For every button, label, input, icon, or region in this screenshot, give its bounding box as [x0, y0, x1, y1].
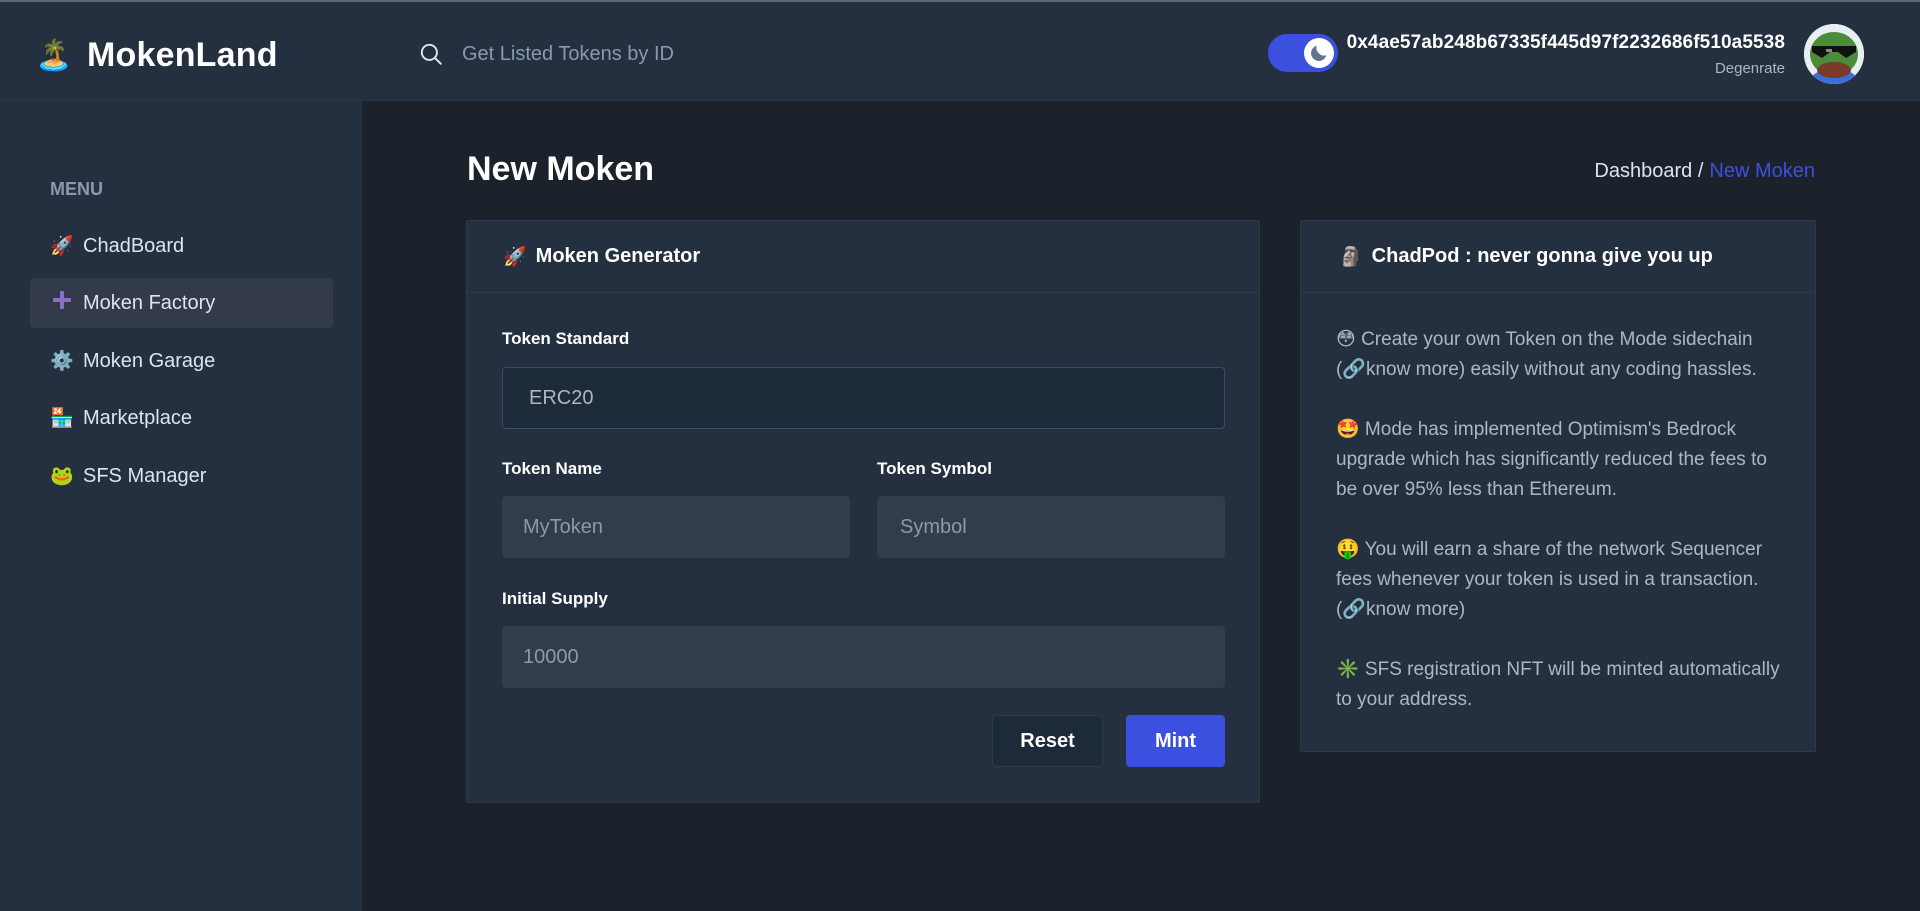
- moai-icon: 🗿: [1339, 246, 1363, 268]
- menu-title: MENU: [50, 179, 103, 199]
- rocket-icon: 🚀: [503, 246, 527, 268]
- chadpod-info-card: 🗿 ChadPod : never gonna give you up 😳 Cr…: [1300, 220, 1816, 752]
- breadcrumb-current: New Moken: [1709, 160, 1815, 182]
- info-paragraph: 🤩 Mode has implemented Optimism's Bedroc…: [1336, 419, 1767, 500]
- sidebar-item-chadboard[interactable]: 🚀 ChadBoard: [30, 221, 333, 271]
- gear-icon: ⚙️: [50, 351, 74, 372]
- info-body: 😳 Create your own Token on the Mode side…: [1336, 325, 1786, 715]
- search-icon[interactable]: [418, 41, 444, 67]
- token-standard-value: ERC20: [529, 386, 594, 409]
- search-input[interactable]: [462, 39, 982, 69]
- moken-generator-card: 🚀 Moken Generator Token Standard ERC20 T…: [466, 220, 1260, 803]
- info-paragraph: ✳️ SFS registration NFT will be minted a…: [1336, 659, 1780, 710]
- sidebar-item-sfs-manager[interactable]: 🐸 SFS Manager: [30, 451, 333, 501]
- sidebar-item-moken-factory[interactable]: Moken Factory: [30, 278, 333, 328]
- account-info[interactable]: 0x4ae57ab248b67335f445d97f2232686f510a55…: [1347, 32, 1785, 77]
- sidebar-item-marketplace[interactable]: 🏪 Marketplace: [30, 393, 333, 443]
- sidebar-item-moken-garage[interactable]: ⚙️ Moken Garage: [30, 336, 333, 386]
- app-name: MokenLand: [87, 36, 278, 74]
- top-header: 🏝️ MokenLand 0x4ae57ab248b67335f445d97f2…: [0, 2, 1920, 101]
- sidebar-item-label: Moken Factory: [83, 291, 216, 314]
- island-icon: 🏝️: [35, 38, 73, 72]
- generator-card-header: 🚀 Moken Generator: [467, 221, 1259, 293]
- sidebar-item-label: SFS Manager: [83, 464, 207, 487]
- generator-title: Moken Generator: [535, 245, 701, 267]
- pepe-avatar-icon: [1804, 24, 1864, 84]
- rocket-icon: 🚀: [50, 236, 74, 257]
- breadcrumb: Dashboard / New Moken: [1594, 160, 1815, 183]
- token-standard-select[interactable]: ERC20: [502, 367, 1225, 429]
- info-card-header: 🗿 ChadPod : never gonna give you up: [1301, 221, 1815, 293]
- page-title: New Moken: [467, 150, 655, 188]
- account-role: Degenrate: [1714, 60, 1785, 77]
- search-bar: [418, 39, 982, 69]
- sidebar-item-label: ChadBoard: [83, 234, 185, 257]
- moon-icon: [1311, 45, 1327, 61]
- store-icon: 🏪: [50, 408, 74, 429]
- frog-icon: 🐸: [50, 466, 74, 487]
- info-paragraph: 🤑 You will earn a share of the network S…: [1336, 539, 1763, 620]
- app-logo[interactable]: 🏝️ MokenLand: [35, 36, 278, 75]
- plus-icon: [50, 290, 74, 316]
- avatar[interactable]: [1804, 24, 1864, 84]
- info-paragraph: 😳 Create your own Token on the Mode side…: [1336, 329, 1757, 380]
- sidebar-item-label: Marketplace: [83, 406, 192, 429]
- account-address: 0x4ae57ab248b67335f445d97f2232686f510a55…: [1346, 32, 1785, 53]
- token-name-input[interactable]: [502, 496, 850, 558]
- mint-button[interactable]: Mint: [1126, 715, 1225, 767]
- initial-supply-label: Initial Supply: [502, 589, 608, 608]
- info-title: ChadPod : never gonna give you up: [1371, 245, 1713, 267]
- dark-mode-toggle[interactable]: [1268, 34, 1338, 72]
- sidebar-item-label: Moken Garage: [83, 349, 216, 372]
- toggle-knob: [1304, 38, 1334, 68]
- initial-supply-input[interactable]: [502, 626, 1225, 688]
- token-standard-label: Token Standard: [502, 329, 630, 348]
- breadcrumb-dashboard[interactable]: Dashboard /: [1594, 160, 1703, 182]
- reset-button[interactable]: Reset: [992, 715, 1103, 767]
- token-symbol-label: Token Symbol: [877, 459, 992, 478]
- sidebar: MENU 🚀 ChadBoard Moken Factory ⚙️ Moken …: [0, 101, 362, 911]
- token-symbol-input[interactable]: [877, 496, 1225, 558]
- token-name-label: Token Name: [502, 459, 602, 478]
